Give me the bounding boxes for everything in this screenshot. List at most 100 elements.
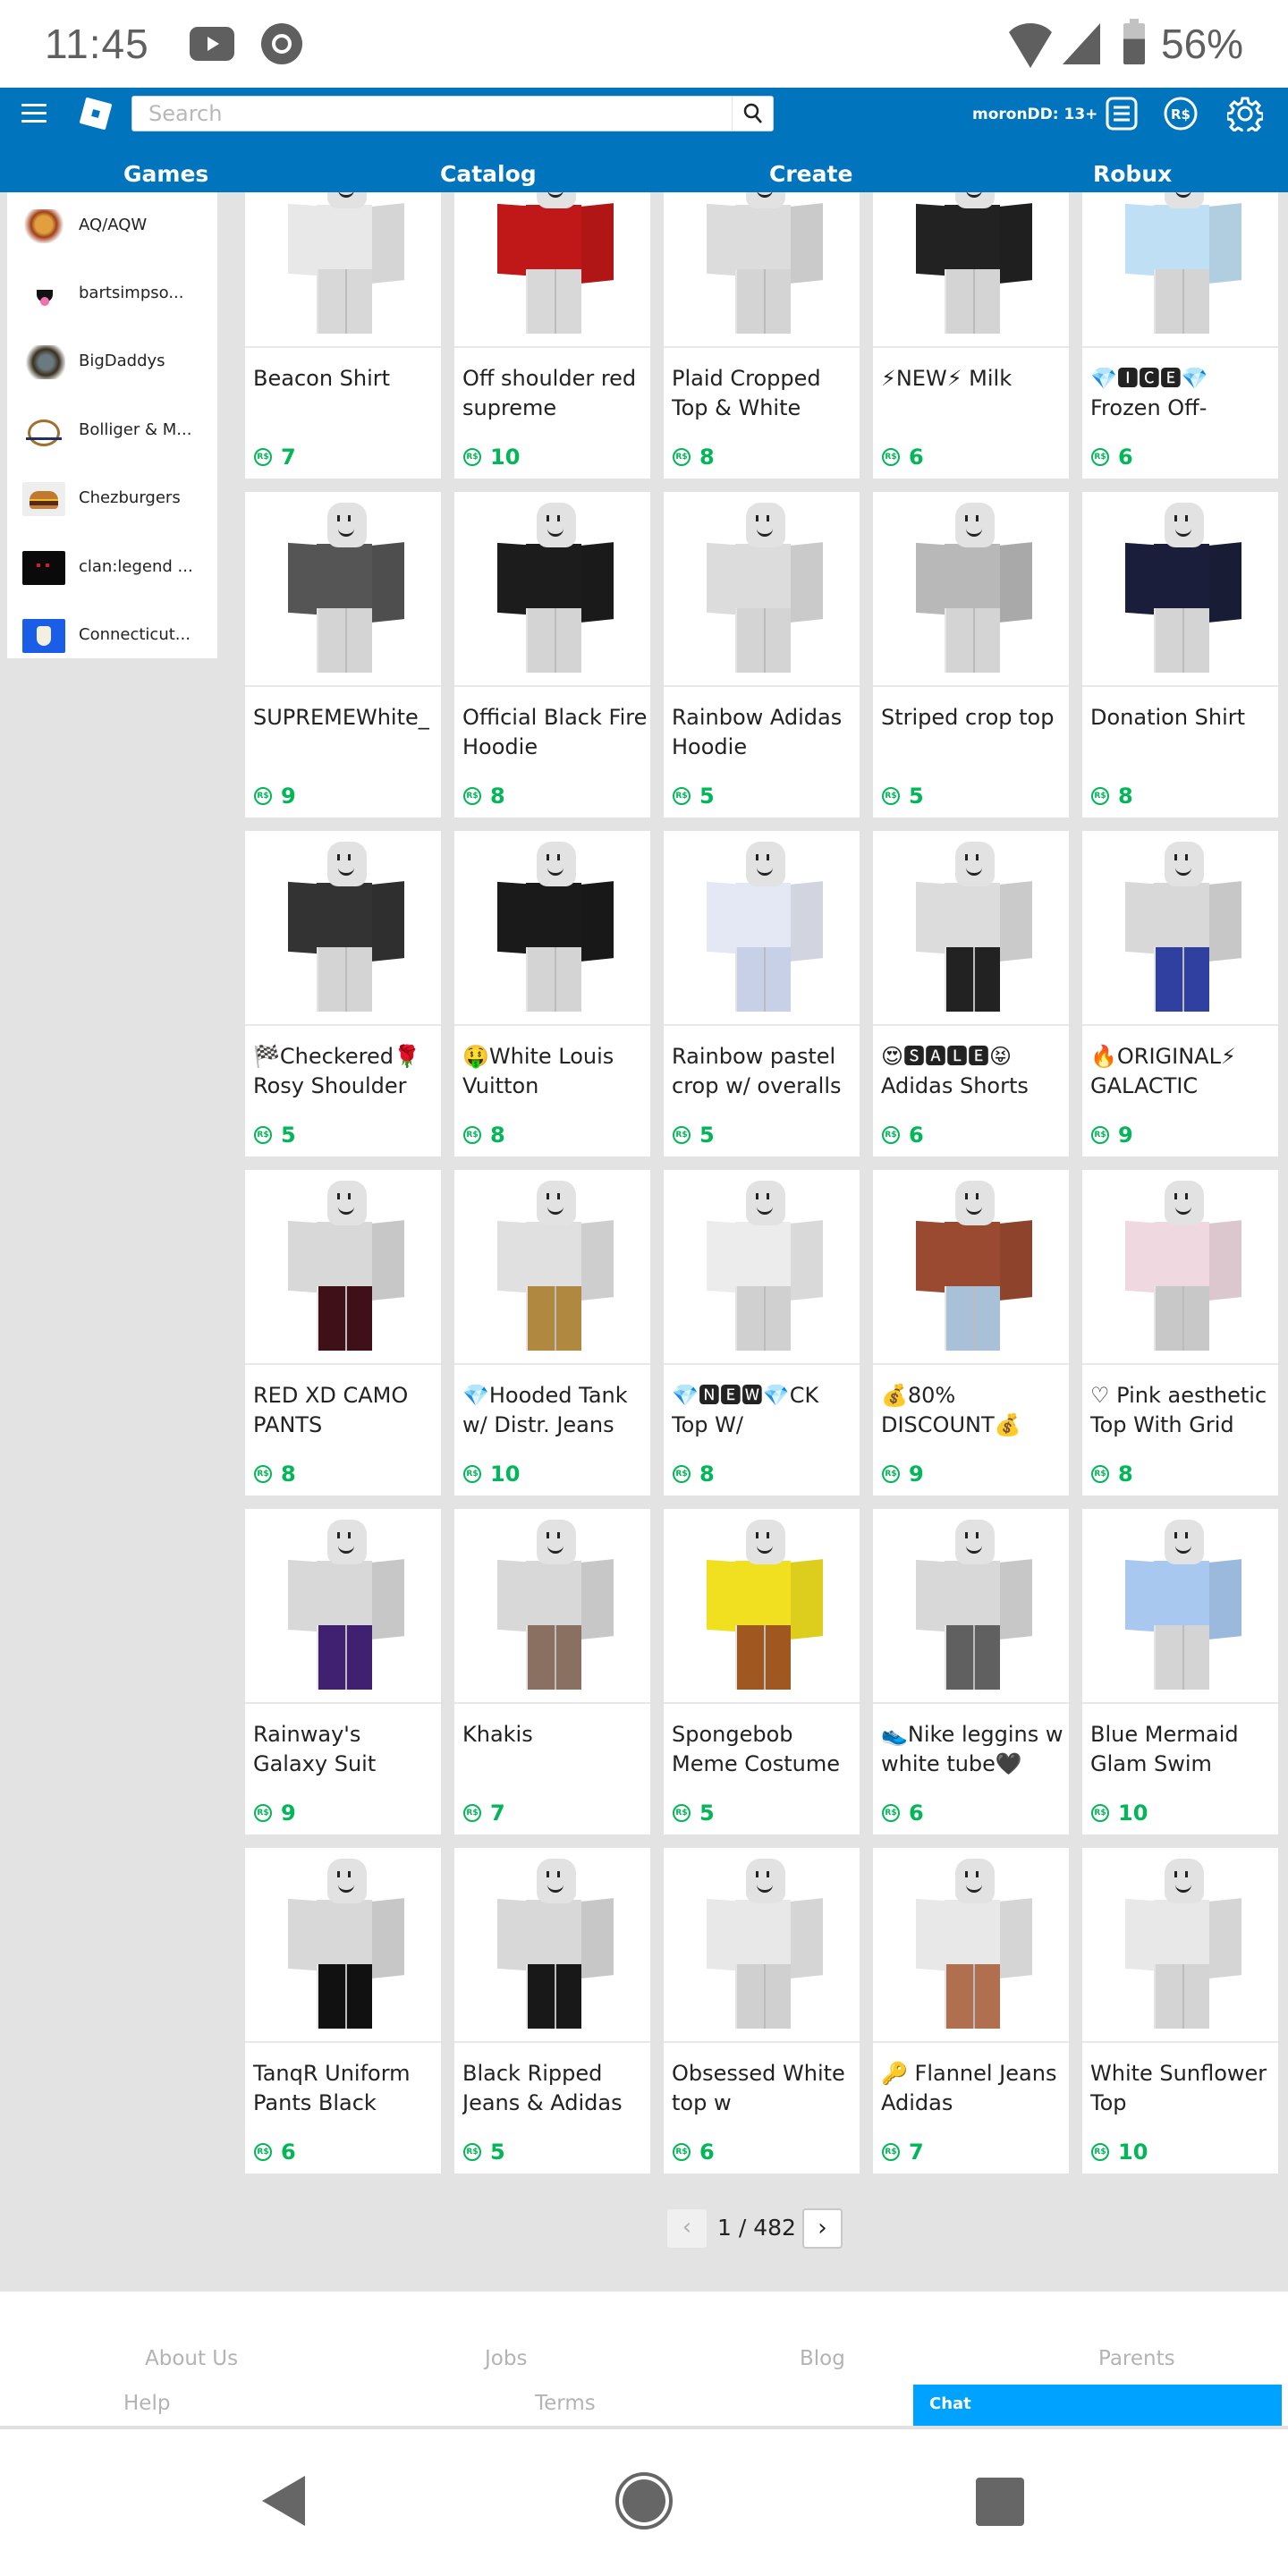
catalog-item-card[interactable]: Official Black Fire Hoodie R$ 8 xyxy=(454,492,650,818)
item-name[interactable]: 🔑 Flannel Jeans Adidas xyxy=(881,2059,1067,2118)
footer-link-parents[interactable]: Parents xyxy=(1098,2347,1175,2370)
item-name[interactable]: Blue Mermaid Glam Swim xyxy=(1090,1720,1276,1779)
item-name[interactable]: 🤑White Louis Vuitton xyxy=(462,1042,648,1101)
item-name[interactable]: TanqR Uniform Pants Black xyxy=(253,2059,439,2118)
catalog-item-card[interactable]: 🔑 Flannel Jeans Adidas R$ 7 xyxy=(873,1848,1069,2174)
pagination-prev-button[interactable]: ‹ xyxy=(667,2209,707,2248)
home-icon[interactable] xyxy=(615,2472,673,2529)
catalog-item-card[interactable]: 🤑White Louis Vuitton R$ 8 xyxy=(454,831,650,1157)
item-name[interactable]: 🏁Checkered🌹 Rosy Shoulder xyxy=(253,1042,439,1101)
sidebar-item-bigdaddys[interactable]: BigDaddys xyxy=(7,339,217,394)
recents-icon[interactable] xyxy=(976,2478,1024,2526)
tab-robux[interactable]: Robux xyxy=(1093,161,1172,187)
item-thumbnail xyxy=(454,831,650,1026)
item-name[interactable]: ♡ Pink aesthetic Top With Grid xyxy=(1090,1381,1276,1440)
sidebar-item-clan-legend[interactable]: clan:legend ... xyxy=(7,545,217,600)
item-name[interactable]: Spongebob Meme Costume xyxy=(672,1720,858,1779)
item-name[interactable]: Plaid Cropped Top & White xyxy=(672,364,858,423)
catalog-item-card[interactable]: ⚡NEW⚡ Milk R$ 6 xyxy=(873,153,1069,479)
catalog-item-card[interactable]: Black Ripped Jeans & Adidas R$ 5 xyxy=(454,1848,650,2174)
item-name[interactable]: Beacon Shirt xyxy=(253,364,439,423)
catalog-item-card[interactable]: 💰80% DISCOUNT💰 R$ 9 xyxy=(873,1170,1069,1496)
item-name[interactable]: 😍🆂🅰🅻🅴😝 Adidas Shorts xyxy=(881,1042,1067,1101)
sidebar-item-bolliger[interactable]: Bolliger & M... xyxy=(7,408,217,463)
sidebar-item-aqaqw[interactable]: AQ/AQW xyxy=(7,203,217,258)
catalog-item-card[interactable]: Donation Shirt R$ 8 xyxy=(1082,492,1278,818)
sidebar-item-connecticut[interactable]: Connecticut... xyxy=(7,613,217,668)
item-name[interactable]: Donation Shirt xyxy=(1090,703,1276,762)
item-name[interactable]: RED XD CAMO PANTS xyxy=(253,1381,439,1440)
catalog-item-card[interactable]: Khakis R$ 7 xyxy=(454,1509,650,1835)
robux-icon[interactable]: R$ xyxy=(1163,96,1199,131)
item-name[interactable]: Off shoulder red supreme xyxy=(462,364,648,423)
item-name[interactable]: ⚡NEW⚡ Milk xyxy=(881,364,1067,423)
catalog-item-card[interactable]: Obsessed White top w R$ 6 xyxy=(664,1848,860,2174)
pagination-next-button[interactable]: › xyxy=(802,2208,843,2249)
item-name[interactable]: Khakis xyxy=(462,1720,648,1779)
footer-link-about-us[interactable]: About Us xyxy=(145,2347,238,2370)
search-button[interactable] xyxy=(732,97,773,131)
catalog-item-card[interactable]: Spongebob Meme Costume R$ 5 xyxy=(664,1509,860,1835)
catalog-item-card[interactable]: RED XD CAMO PANTS R$ 8 xyxy=(245,1170,441,1496)
footer-link-blog[interactable]: Blog xyxy=(800,2347,845,2370)
catalog-item-card[interactable]: Rainbow Adidas Hoodie R$ 5 xyxy=(664,492,860,818)
catalog-item-card[interactable]: 💎🅸🅲🅴💎 Frozen Off- R$ 6 xyxy=(1082,153,1278,479)
catalog-item-card[interactable]: 🔥ORIGINAL⚡ GALACTIC R$ 9 xyxy=(1082,831,1278,1157)
catalog-item-card[interactable]: Rainbow pastel crop w/ overalls R$ 5 xyxy=(664,831,860,1157)
item-name[interactable]: Black Ripped Jeans & Adidas xyxy=(462,2059,648,2118)
item-name[interactable]: 💎🅽🅴🆆💎CK Top W/ xyxy=(672,1381,858,1440)
catalog-item-card[interactable]: 💎Hooded Tank w/ Distr. Jeans R$ 10 xyxy=(454,1170,650,1496)
games-sidebar: AQ/AQW bartsimpso... BigDaddys Bolliger … xyxy=(7,192,217,658)
item-name[interactable]: SUPREMEWhite_ xyxy=(253,703,439,762)
item-name[interactable]: Rainway's Galaxy Suit xyxy=(253,1720,439,1779)
item-thumbnail xyxy=(245,831,441,1026)
item-name[interactable]: Rainbow pastel crop w/ overalls xyxy=(672,1042,858,1101)
catalog-item-card[interactable]: Rainway's Galaxy Suit R$ 9 xyxy=(245,1509,441,1835)
item-name[interactable]: 🔥ORIGINAL⚡ GALACTIC xyxy=(1090,1042,1276,1101)
catalog-item-card[interactable]: Plaid Cropped Top & White R$ 8 xyxy=(664,153,860,479)
robux-icon: R$ xyxy=(1091,1804,1109,1822)
item-name[interactable]: 💎Hooded Tank w/ Distr. Jeans xyxy=(462,1381,648,1440)
catalog-item-card[interactable]: 🏁Checkered🌹 Rosy Shoulder R$ 5 xyxy=(245,831,441,1157)
item-name[interactable]: Rainbow Adidas Hoodie xyxy=(672,703,858,762)
tab-catalog[interactable]: Catalog xyxy=(440,161,537,187)
catalog-item-card[interactable]: 👟Nike leggins w white tube🖤 R$ 6 xyxy=(873,1509,1069,1835)
catalog-item-card[interactable]: White Sunflower Top R$ 10 xyxy=(1082,1848,1278,2174)
roblox-logo-icon[interactable] xyxy=(79,97,113,131)
footer: About Us Jobs Blog Parents Help Terms Ch… xyxy=(0,2292,1288,2426)
catalog-item-card[interactable]: TanqR Uniform Pants Black R$ 6 xyxy=(245,1848,441,2174)
tab-games[interactable]: Games xyxy=(123,161,208,187)
hamburger-menu-icon[interactable] xyxy=(21,104,47,125)
footer-link-help[interactable]: Help xyxy=(123,2392,170,2415)
chat-button[interactable]: Chat xyxy=(913,2385,1282,2426)
chrome-icon xyxy=(261,23,302,64)
messages-icon[interactable] xyxy=(1104,96,1140,131)
item-name[interactable]: Obsessed White top w xyxy=(672,2059,858,2118)
catalog-item-card[interactable]: 💎🅽🅴🆆💎CK Top W/R$ 8 xyxy=(664,1170,860,1496)
sidebar-item-bartsimpson[interactable]: bartsimpso... xyxy=(7,271,217,326)
item-price-value: 5 xyxy=(699,1123,715,1148)
back-icon[interactable] xyxy=(262,2476,305,2526)
tab-create[interactable]: Create xyxy=(769,161,852,187)
item-name[interactable]: White Sunflower Top xyxy=(1090,2059,1276,2118)
search-input[interactable] xyxy=(132,97,732,131)
item-price: R$ 5 xyxy=(254,1123,296,1148)
item-name[interactable]: Official Black Fire Hoodie xyxy=(462,703,648,762)
catalog-item-card[interactable]: Striped crop top R$ 5 xyxy=(873,492,1069,818)
catalog-item-card[interactable]: Blue Mermaid Glam Swim R$ 10 xyxy=(1082,1509,1278,1835)
catalog-item-card[interactable]: Beacon Shirt R$ 7 xyxy=(245,153,441,479)
avatar-preview xyxy=(691,1848,834,2041)
catalog-item-card[interactable]: 😍🆂🅰🅻🅴😝 Adidas Shorts R$ 6 xyxy=(873,831,1069,1157)
footer-link-jobs[interactable]: Jobs xyxy=(485,2347,527,2370)
settings-gear-icon[interactable] xyxy=(1225,96,1265,136)
catalog-item-card[interactable]: Off shoulder red supreme R$ 10 xyxy=(454,153,650,479)
item-name[interactable]: 💎🅸🅲🅴💎 Frozen Off- xyxy=(1090,364,1276,423)
footer-link-terms[interactable]: Terms xyxy=(535,2392,596,2415)
item-name[interactable]: 👟Nike leggins w white tube🖤 xyxy=(881,1720,1067,1779)
catalog-item-card[interactable]: ♡ Pink aesthetic Top With Grid R$ 8 xyxy=(1082,1170,1278,1496)
sidebar-item-chezburgers[interactable]: Chezburgers xyxy=(7,476,217,531)
item-name[interactable]: Striped crop top xyxy=(881,703,1067,762)
username-label[interactable]: moronDD: 13+ xyxy=(972,106,1097,123)
item-name[interactable]: 💰80% DISCOUNT💰 xyxy=(881,1381,1067,1440)
catalog-item-card[interactable]: SUPREMEWhite_ R$ 9 xyxy=(245,492,441,818)
